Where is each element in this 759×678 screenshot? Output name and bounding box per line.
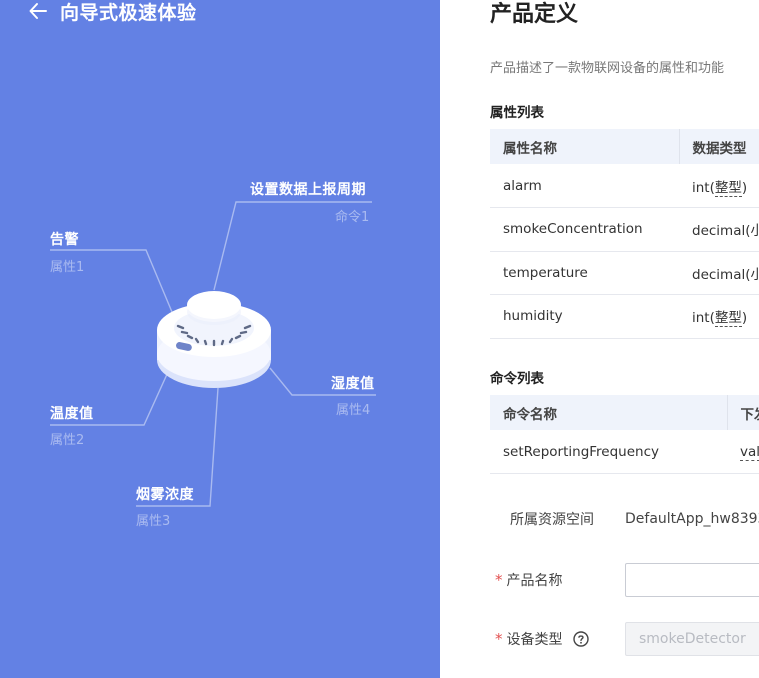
product-description: 产品描述了一款物联网设备的属性和功能 xyxy=(490,61,725,76)
label-temperature: 温度值 xyxy=(50,406,94,422)
command-table: 命令名称 下发 setReportingFrequency val xyxy=(490,395,759,474)
product-name-input[interactable] xyxy=(625,563,759,597)
required-mark: * xyxy=(495,571,503,589)
table-header-row: 命令名称 下发 xyxy=(490,395,759,430)
attribute-name: alarm xyxy=(490,164,679,208)
table-row: humidity int(整型) xyxy=(490,294,759,339)
table-row: temperature decimal(小 xyxy=(490,251,759,295)
label-attribute-1: 属性1 xyxy=(50,260,85,275)
label-humidity: 湿度值 xyxy=(331,376,375,392)
label-attribute-3: 属性3 xyxy=(136,514,171,529)
guide-panel: 向导式极速体验 设置数据上报周期 命令1 告警 属性1 湿度值 属性4 温度值 … xyxy=(0,0,440,678)
table-row: alarm int(整型) xyxy=(490,164,759,208)
smoke-detector-icon xyxy=(157,291,271,388)
header-data-type: 数据类型 xyxy=(679,129,759,164)
table-row: setReportingFrequency val xyxy=(490,430,759,474)
help-icon[interactable] xyxy=(572,631,589,647)
required-mark: * xyxy=(495,630,503,648)
attribute-table: 属性名称 数据类型 alarm int(整型) smokeConcentrati… xyxy=(490,129,759,339)
attribute-name: temperature xyxy=(490,251,679,295)
type-tooltip-trigger[interactable]: 整型 xyxy=(714,179,742,197)
device-type-row: * 设备类型 xyxy=(495,629,589,649)
header-command-name: 命令名称 xyxy=(490,395,728,430)
command-list-title: 命令列表 xyxy=(490,371,544,387)
product-name-row: * 产品名称 xyxy=(495,570,563,590)
attribute-list-title: 属性列表 xyxy=(490,105,544,121)
label-alarm: 告警 xyxy=(50,232,79,248)
attribute-name: smokeConcentration xyxy=(490,207,679,252)
type-tooltip-trigger[interactable]: 整型 xyxy=(714,310,742,328)
label-set-report-period: 设置数据上报周期 xyxy=(250,182,366,198)
device-type-label: 设备类型 xyxy=(506,632,563,648)
product-name-label: 产品名称 xyxy=(506,573,563,589)
resource-space-value: DefaultApp_hw8393 xyxy=(625,511,759,527)
product-definition-panel: 产品定义 产品描述了一款物联网设备的属性和功能 属性列表 属性名称 数据类型 a… xyxy=(440,0,759,678)
attribute-type: int(整型) xyxy=(679,164,759,208)
device-diagram xyxy=(50,201,376,507)
device-type-input[interactable]: smokeDetector xyxy=(625,622,759,656)
attribute-name: humidity xyxy=(490,294,679,339)
label-attribute-4: 属性4 xyxy=(336,403,371,418)
header-command-params: 下发 xyxy=(727,395,759,430)
resource-space-row: 所属资源空间 DefaultApp_hw8393 xyxy=(510,509,759,529)
command-name: setReportingFrequency xyxy=(490,430,727,474)
attribute-type: decimal(小 xyxy=(679,207,759,252)
attribute-type: decimal(小 xyxy=(679,251,759,295)
page-title: 产品定义 xyxy=(490,2,579,27)
header-attribute-name: 属性名称 xyxy=(490,129,680,164)
label-smoke-concentration: 烟雾浓度 xyxy=(136,487,194,503)
resource-space-label: 所属资源空间 xyxy=(510,512,594,528)
command-param: val xyxy=(727,430,759,474)
label-command-1: 命令1 xyxy=(335,210,370,225)
attribute-type: int(整型) xyxy=(679,294,759,339)
table-header-row: 属性名称 数据类型 xyxy=(490,129,759,164)
table-row: smokeConcentration decimal(小 xyxy=(490,207,759,252)
label-attribute-2: 属性2 xyxy=(50,433,85,448)
param-tooltip-trigger[interactable]: val xyxy=(740,443,759,461)
